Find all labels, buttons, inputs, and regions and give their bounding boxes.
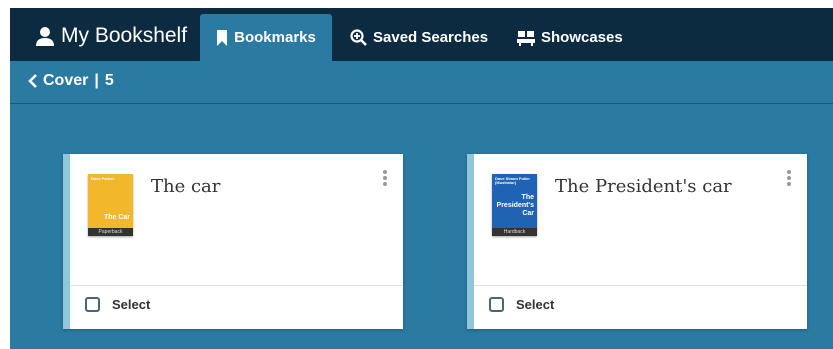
card-accent (63, 154, 70, 329)
app-frame: My Bookshelf Bookmarks Saved Searches Sh… (10, 8, 833, 349)
divider (10, 103, 833, 104)
tab-bookmarks-label: Bookmarks (234, 29, 316, 46)
select-control[interactable]: Select (489, 297, 554, 312)
my-bookshelf-link[interactable]: My Bookshelf (35, 22, 187, 50)
more-options-icon[interactable] (785, 168, 793, 188)
select-label: Select (112, 297, 151, 312)
showcase-icon (517, 30, 535, 46)
bookmark-card: Dave Parker The Car Paperback The car Se… (63, 154, 403, 329)
tab-bookmarks[interactable]: Bookmarks (200, 14, 332, 61)
select-label: Select (516, 297, 555, 312)
breadcrumb: Cover | 5 (28, 72, 114, 90)
cover-publisher: Dave Simon Fuller (Illustrator) (495, 176, 530, 185)
breadcrumb-separator: | (94, 72, 99, 89)
book-cover[interactable]: Dave Simon Fuller (Illustrator) The Pres… (492, 174, 537, 236)
cover-format: Paperback (88, 228, 133, 236)
cover-format: Hardback (492, 228, 537, 236)
tab-showcases[interactable]: Showcases (517, 14, 623, 61)
tab-saved-searches[interactable]: Saved Searches (350, 14, 488, 61)
breadcrumb-count: 5 (104, 72, 114, 89)
card-divider (70, 285, 403, 286)
card-title[interactable]: The President's car (555, 176, 732, 197)
card-title[interactable]: The car (151, 176, 220, 197)
tab-saved-searches-label: Saved Searches (373, 29, 489, 46)
select-checkbox[interactable] (489, 297, 504, 312)
more-options-icon[interactable] (381, 168, 389, 188)
bookmark-icon (217, 29, 228, 46)
bookmark-card: Dave Simon Fuller (Illustrator) The Pres… (467, 154, 807, 329)
card-divider (474, 285, 807, 286)
top-nav-bar: My Bookshelf Bookmarks Saved Searches Sh… (10, 8, 833, 61)
cover-publisher: Dave Parker (91, 176, 115, 181)
breadcrumb-cover-link[interactable]: Cover (43, 72, 88, 90)
user-icon (36, 27, 54, 46)
cover-title: The President's Car (496, 194, 534, 217)
select-control[interactable]: Select (85, 297, 150, 312)
select-checkbox[interactable] (85, 297, 100, 312)
brand-label: My Bookshelf (61, 24, 188, 47)
chevron-left-icon[interactable] (28, 74, 38, 88)
card-accent (467, 154, 474, 329)
cover-title: The Car (103, 214, 130, 221)
tab-showcases-label: Showcases (541, 29, 623, 46)
search-plus-icon (350, 29, 367, 46)
book-cover[interactable]: Dave Parker The Car Paperback (88, 174, 133, 236)
